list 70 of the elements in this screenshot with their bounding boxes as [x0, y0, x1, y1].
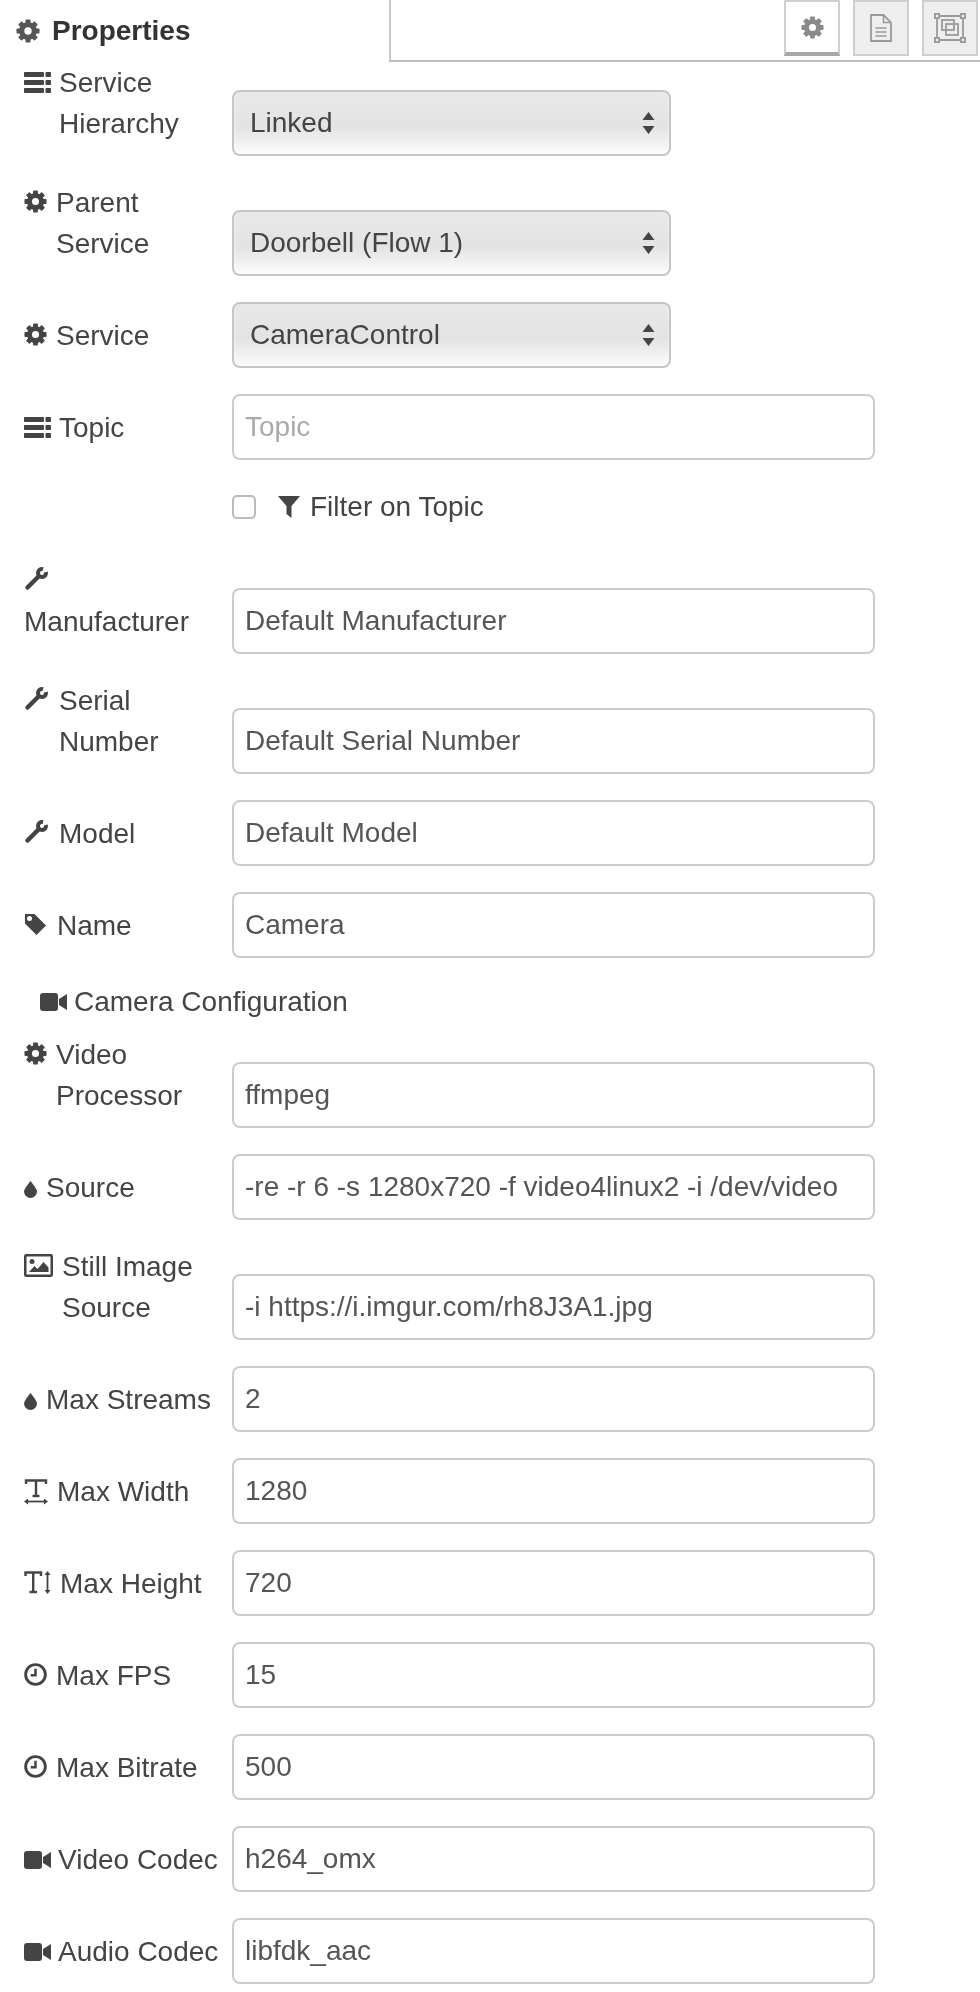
dropdown[interactable]: Linked [232, 90, 671, 156]
field-label: Max Height [60, 1567, 203, 1601]
gear-icon [24, 323, 47, 346]
list-icon [24, 72, 51, 93]
drop-icon [24, 1181, 37, 1198]
field-label: Max FPS [56, 1659, 173, 1693]
field-label: Name [57, 909, 133, 943]
text-field[interactable]: Default Model [232, 800, 875, 866]
text-field[interactable]: 500 [232, 1734, 875, 1800]
gear-icon [24, 1042, 47, 1065]
text-field[interactable]: h264_omx [232, 1826, 875, 1892]
updown-caret-icon [642, 323, 655, 347]
text-field[interactable]: Topic [232, 394, 875, 460]
gear-icon [24, 190, 47, 213]
text-height-icon [24, 1571, 52, 1594]
text-field[interactable]: 1280 [232, 1458, 875, 1524]
field-label: Manufacturer [24, 605, 190, 639]
wrench-icon [24, 819, 49, 844]
field-label: Source [46, 1171, 136, 1205]
clock-icon [24, 1755, 47, 1778]
checkbox-label: Filter on Topic [310, 490, 484, 523]
clock-icon [24, 1663, 47, 1686]
video-camera-icon [24, 1942, 51, 1962]
gear-icon [16, 19, 40, 43]
document-icon [870, 14, 892, 42]
updown-caret-icon [642, 231, 655, 255]
field-label: Topic [59, 411, 126, 445]
field-label: Audio Codec [58, 1935, 220, 1969]
wrench-icon [24, 686, 49, 711]
updown-caret-icon [642, 111, 655, 135]
text-field[interactable]: libfdk_aac [232, 1918, 875, 1984]
filter-icon [278, 495, 300, 518]
text-field[interactable]: ffmpeg [232, 1062, 875, 1128]
text-field[interactable]: Camera [232, 892, 875, 958]
panel-title: Properties [52, 15, 191, 47]
tab[interactable] [853, 0, 909, 56]
field-label: Max Streams [46, 1383, 212, 1417]
text-field[interactable]: 720 [232, 1550, 875, 1616]
field-label: Max Bitrate [56, 1751, 199, 1785]
drop-icon [24, 1393, 37, 1410]
section-heading: Camera Configuration [74, 986, 348, 1018]
text-field[interactable]: Default Manufacturer [232, 588, 875, 654]
text-field[interactable]: 2 [232, 1366, 875, 1432]
tag-icon [24, 913, 47, 936]
tab[interactable] [922, 0, 978, 56]
image-icon [24, 1254, 53, 1277]
dropdown[interactable]: Doorbell (Flow 1) [232, 210, 671, 276]
tab[interactable] [784, 0, 840, 56]
gear-icon [800, 15, 824, 39]
frame-icon [934, 13, 966, 43]
text-field[interactable]: 15 [232, 1642, 875, 1708]
field-label: Model [59, 817, 137, 851]
field-label: Service Hierarchy [59, 66, 180, 141]
text-field[interactable]: -i https://i.imgur.com/rh8J3A1.jpg [232, 1274, 875, 1340]
field-label: Service [56, 319, 151, 353]
field-label: Serial Number [59, 684, 160, 759]
field-label: Video Processor [56, 1038, 184, 1113]
text-field[interactable]: -re -r 6 -s 1280x720 -f video4linux2 -i /dev/video [232, 1154, 875, 1220]
video-camera-icon [24, 1850, 51, 1870]
dropdown[interactable]: CameraControl [232, 302, 671, 368]
list-icon [24, 417, 51, 438]
field-label: Video Codec [58, 1843, 219, 1877]
checkbox[interactable] [232, 494, 256, 519]
wrench-icon [24, 566, 49, 591]
text-field[interactable]: Default Serial Number [232, 708, 875, 774]
text-width-icon [24, 1479, 48, 1505]
field-label: Max Width [57, 1475, 191, 1509]
field-label: Still Image Source [62, 1250, 194, 1325]
video-camera-icon [40, 992, 67, 1012]
field-label: Parent Service [56, 186, 151, 261]
